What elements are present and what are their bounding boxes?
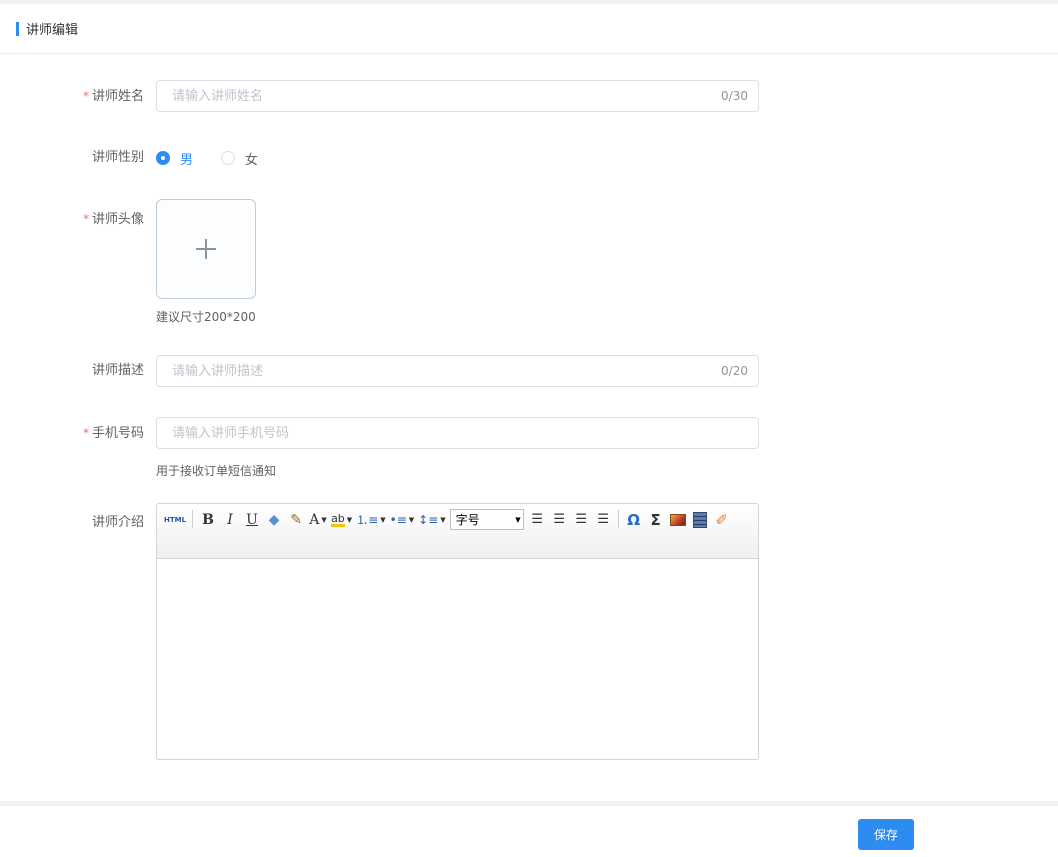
form-card: 讲师编辑 *讲师姓名 0/30 讲师性别 男 女 [0,4,1058,801]
toolbar-separator [192,510,194,528]
phone-field[interactable] [156,417,759,449]
background-color-icon: ab [331,511,345,527]
gender-radio-male[interactable]: 男 [156,149,193,168]
formula-button[interactable]: Σ [645,508,667,531]
name-field[interactable]: 0/30 [156,80,759,112]
italic-button[interactable]: I [219,508,241,531]
required-mark: * [82,426,89,440]
avatar-uploader[interactable] [156,199,256,299]
align-right-icon: ☰ [553,512,565,527]
font-color-icon: A [309,511,320,528]
format-brush-button[interactable]: ✎ [285,508,307,531]
card-header: 讲师编辑 [0,4,1058,54]
chevron-down-icon: ▼ [346,515,353,524]
align-justify-button[interactable]: ☰ [592,508,614,531]
phone-label: * 手机号码 [24,423,144,444]
html-source-button[interactable]: HTML [162,508,188,531]
avatar-label-text: 讲师头像 [91,212,144,227]
footer-bar: 保存 [0,806,1058,857]
save-button[interactable]: 保存 [858,819,914,850]
description-char-count: 0/20 [721,364,748,378]
video-icon [692,511,707,528]
description-input[interactable] [157,356,722,386]
eraser-button[interactable]: ◆ [263,508,285,531]
chevron-down-icon: ▼ [380,515,386,524]
image-icon [669,513,686,526]
underline-button[interactable]: U [241,508,263,531]
align-center-icon: ☰ [575,512,587,527]
insert-image-button[interactable] [667,508,689,531]
page-title: 讲师编辑 [26,23,79,38]
required-mark: * [82,212,89,226]
editor-content-area[interactable] [157,559,758,759]
align-right-button[interactable]: ☰ [548,508,570,531]
avatar-label: * 讲师头像 [24,209,144,230]
align-left-button[interactable]: ☰ [526,508,548,531]
special-char-button[interactable]: Ω [623,508,645,531]
name-input[interactable] [157,81,722,111]
align-justify-icon: ☰ [597,512,609,527]
format-brush-icon: ✎ [290,511,302,528]
html-icon: HTML [164,515,187,524]
chevron-down-icon: ▼ [408,515,415,524]
line-height-button[interactable]: ↕≡ ▼ [416,508,448,531]
chevron-down-icon: ▼ [321,515,327,524]
gender-label: 讲师性别 [91,150,144,165]
unordered-list-button[interactable]: •≡ ▼ [388,508,417,531]
insert-video-button[interactable] [689,508,711,531]
font-size-label: 字号 [455,513,480,527]
chevron-down-icon: ▼ [515,515,521,524]
line-height-icon: ↕≡ [418,512,439,527]
description-label: 讲师描述 [91,363,144,378]
name-char-count: 0/30 [721,89,748,103]
radio-unchecked-icon[interactable] [221,151,236,165]
ordered-list-button[interactable]: ⒈≡ ▼ [354,508,387,531]
gender-radio-group: 男 女 [156,148,286,168]
chevron-down-icon: ▼ [440,515,446,524]
gender-male-label[interactable]: 男 [180,149,193,168]
header-accent-bar [16,21,19,36]
editor-toolbar: HTML B I U ◆ ✎ A ▼ ab ▼ ⒈≡ ▼ •≡ ▼ ↕≡ ▼ 字号 ▼ [157,504,758,559]
intro-label: 讲师介绍 [91,515,144,530]
align-center-button[interactable]: ☰ [570,508,592,531]
paint-brush-button[interactable]: ✐ [711,508,733,531]
unordered-list-icon: •≡ [389,512,407,527]
background-color-button[interactable]: ab ▼ [329,508,354,531]
rich-text-editor: HTML B I U ◆ ✎ A ▼ ab ▼ ⒈≡ ▼ •≡ ▼ ↕≡ ▼ 字号 ▼ [156,503,759,760]
toolbar-separator [617,510,619,528]
description-field[interactable]: 0/20 [156,355,759,387]
name-label: * 讲师姓名 [24,86,144,107]
avatar-size-hint: 建议尺寸200*200 [156,310,256,324]
gender-radio-female[interactable]: 女 [221,149,258,168]
paint-brush-icon: ✐ [715,510,728,529]
align-left-icon: ☰ [531,512,543,527]
name-label-text: 讲师姓名 [91,89,144,104]
required-mark: * [82,89,89,103]
phone-input[interactable] [157,418,758,448]
gender-female-label[interactable]: 女 [245,149,258,168]
font-color-button[interactable]: A ▼ [307,508,329,531]
radio-checked-icon[interactable] [156,151,170,165]
phone-hint: 用于接收订单短信通知 [156,464,277,478]
ordered-list-icon: ⒈≡ [356,513,379,527]
plus-icon [196,239,216,259]
eraser-icon: ◆ [268,511,280,528]
phone-label-text: 手机号码 [91,426,144,441]
bold-button[interactable]: B [197,508,219,531]
font-size-select[interactable]: 字号 ▼ [449,509,524,530]
